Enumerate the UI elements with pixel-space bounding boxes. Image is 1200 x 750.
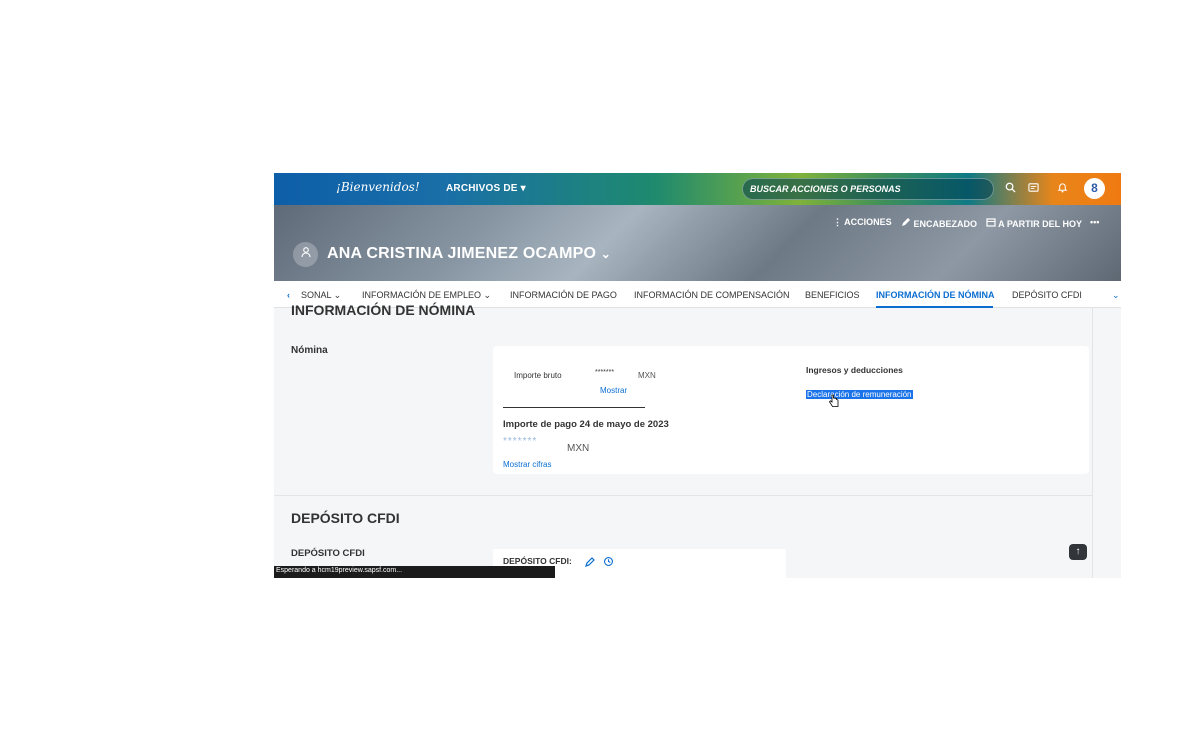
browser-status-bar: Esperando a hcm19preview.sapsf.com... [274, 566, 555, 578]
importe-pago-masked: ******* [503, 436, 538, 447]
tab-beneficios[interactable]: BENEFICIOS [805, 290, 860, 300]
acciones-button[interactable]: ⋮ ACCIONES [833, 217, 892, 228]
encabezado-button[interactable]: ENCABEZADO [901, 217, 977, 229]
nomina-sub-label: Nómina [291, 345, 328, 356]
person-name-heading[interactable]: ANA CRISTINA JIMENEZ OCAMPO ⌄ [327, 245, 611, 263]
importe-bruto-masked: ******* [595, 369, 615, 376]
cfdi-card-label: DEPÓSITO CFDI: [503, 556, 572, 566]
person-name-text: ANA CRISTINA JIMENEZ OCAMPO [327, 245, 597, 262]
a-partir-button[interactable]: A PARTIR DEL HOY [986, 217, 1082, 229]
scroll-to-top-button[interactable]: ↑ [1069, 544, 1087, 560]
more-options-icon[interactable]: ••• [1090, 217, 1099, 227]
top-navigation-bar: ¡Bienvenidos! ARCHIVOS DE ▾ BUSCAR ACCIO… [274, 173, 1121, 205]
mostrar-link[interactable]: Mostrar [600, 386, 627, 395]
mostrar-cifras-link[interactable]: Mostrar cifras [503, 460, 551, 469]
tab-informacion-empleo[interactable]: INFORMACIÓN DE EMPLEO ⌄ [362, 290, 491, 301]
chevron-down-icon: ⌄ [600, 247, 612, 261]
calendar-icon [986, 218, 998, 229]
tab-scroll-right[interactable]: ⌄ [1112, 290, 1120, 301]
importe-pago-currency: MXN [567, 443, 590, 454]
nomina-card: Importe bruto ******* MXN Mostrar Import… [493, 346, 1089, 474]
archivos-menu[interactable]: ARCHIVOS DE ▾ [446, 183, 526, 194]
divider [503, 407, 645, 408]
person-avatar-icon [293, 242, 318, 267]
tab-deposito-cfdi[interactable]: DEPÓSITO CFDI [1012, 290, 1082, 300]
importe-bruto-currency: MXN [638, 371, 656, 380]
a-partir-label: A PARTIR DEL HOY [998, 219, 1083, 229]
section-title-nomina: INFORMACIÓN DE NÓMINA [291, 302, 476, 318]
app-window: ¡Bienvenidos! ARCHIVOS DE ▾ BUSCAR ACCIO… [274, 173, 1121, 578]
main-content: INFORMACIÓN DE NÓMINA Nómina Importe bru… [274, 302, 1121, 578]
tab-personal[interactable]: SONAL ⌄ [301, 290, 341, 301]
profile-header: ⋮ ACCIONES ENCABEZADO A PARTIR DEL HOY •… [274, 205, 1121, 281]
declaracion-remuneracion-link[interactable]: Declaración de remuneración [806, 390, 913, 399]
hand-cursor-icon [828, 394, 840, 413]
tab-informacion-compensacion[interactable]: INFORMACIÓN DE COMPENSACIÓN [634, 290, 790, 300]
vertical-dots-icon: ⋮ [833, 217, 845, 227]
tab-informacion-nomina[interactable]: INFORMACIÓN DE NÓMINA [876, 290, 995, 300]
notes-icon[interactable] [1028, 182, 1039, 196]
tab-informacion-pago[interactable]: INFORMACIÓN DE PAGO [510, 290, 617, 300]
encabezado-label: ENCABEZADO [913, 219, 978, 229]
tab-scroll-left[interactable]: ‹ [287, 290, 290, 300]
right-scroll-rail [1092, 308, 1121, 578]
acciones-label: ACCIONES [844, 217, 892, 227]
edit-pencil-icon[interactable] [585, 554, 595, 572]
section-title-cfdi: DEPÓSITO CFDI [291, 510, 400, 526]
history-icon[interactable] [603, 554, 614, 572]
pencil-icon [901, 218, 914, 229]
welcome-logo[interactable]: ¡Bienvenidos! [336, 180, 420, 194]
user-avatar[interactable]: 8 [1084, 178, 1105, 199]
ingresos-deducciones-label: Ingresos y deducciones [806, 365, 903, 375]
notification-bell-icon[interactable] [1057, 182, 1068, 196]
nomina-section: INFORMACIÓN DE NÓMINA Nómina Importe bru… [274, 302, 1121, 495]
cfdi-sub-label: DEPÓSITO CFDI [291, 548, 365, 559]
importe-pago-label: Importe de pago 24 de mayo de 2023 [503, 419, 669, 430]
arrow-up-icon: ↑ [1075, 546, 1081, 557]
search-input[interactable]: BUSCAR ACCIONES O PERSONAS [742, 178, 994, 200]
search-icon[interactable] [1005, 182, 1016, 196]
importe-bruto-label: Importe bruto [514, 371, 562, 380]
